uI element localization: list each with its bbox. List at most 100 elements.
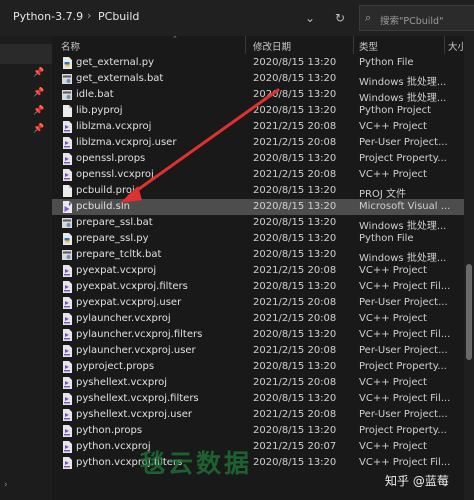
file-row[interactable]: prepare_tcltk.bat 2020/8/15 13:20 Windows … bbox=[52, 247, 464, 264]
file-date: 2020/8/15 13:20 bbox=[253, 361, 337, 372]
pin-icon[interactable]: 📌 bbox=[33, 106, 44, 116]
file-date: 2020/8/15 13:20 bbox=[253, 201, 337, 212]
file-type: VC++ Project bbox=[359, 121, 427, 132]
file-row[interactable]: pyexpat.vcxproj 2021/2/15 20:08 VC++ Proje… bbox=[52, 263, 464, 279]
file-name: pcbuild.sln bbox=[76, 201, 130, 212]
file-row[interactable]: pylauncher.vcxproj 2021/2/15 20:08 VC++ Pr… bbox=[52, 311, 464, 327]
vertical-scrollbar[interactable] bbox=[464, 36, 474, 500]
file-row[interactable]: pyexpat.vcxproj.user 2021/2/15 20:08 Per-U… bbox=[52, 295, 464, 311]
file-date: 2020/8/15 13:20 bbox=[253, 457, 337, 468]
file-name: pyshellext.vcxproj bbox=[76, 377, 167, 388]
nav-selected-item[interactable] bbox=[0, 44, 52, 64]
file-type: Windows 批处理... bbox=[359, 93, 447, 104]
file-type: VC++ Project bbox=[359, 313, 427, 324]
python-file-icon bbox=[61, 57, 73, 69]
file-row[interactable]: pyshellext.vcxproj 2021/2/15 20:08 VC++ Pr… bbox=[52, 375, 464, 391]
pin-icon[interactable]: 📌 bbox=[33, 68, 44, 78]
chevron-right-icon[interactable]: › bbox=[87, 9, 91, 22]
breadcrumb-python-379[interactable]: Python-3.7.9 bbox=[13, 10, 83, 23]
pin-icon[interactable]: 📌 bbox=[33, 124, 44, 134]
file-name: pylauncher.vcxproj.user bbox=[76, 345, 196, 356]
file-name: lib.pyproj bbox=[76, 105, 123, 116]
search-box[interactable]: ⌕ 搜索"PCbuild" bbox=[359, 5, 474, 31]
file-type: Project Property... bbox=[359, 361, 447, 372]
file-type: Per-User Project... bbox=[359, 297, 448, 308]
file-date: 2020/8/15 13:20 bbox=[253, 217, 337, 228]
file-name: python.props bbox=[76, 425, 143, 436]
file-type: Python File bbox=[359, 57, 414, 68]
file-date: 2020/8/15 13:20 bbox=[253, 425, 337, 436]
file-date: 2021/2/15 20:08 bbox=[253, 121, 337, 132]
vcxproj-icon bbox=[61, 361, 73, 373]
pin-icon[interactable]: 📌 bbox=[33, 88, 44, 98]
file-type: Microsoft Visual ... bbox=[359, 201, 451, 212]
navigation-pane: 📌 📌 📌 📌 bbox=[0, 36, 52, 500]
vcxproj-icon bbox=[61, 377, 73, 389]
file-name: pylauncher.vcxproj.filters bbox=[76, 329, 203, 340]
breadcrumb-pcbuild[interactable]: PCbuild bbox=[98, 10, 139, 23]
file-date: 2021/2/15 20:08 bbox=[253, 345, 337, 356]
file-date: 2021/2/15 20:08 bbox=[253, 169, 337, 180]
file-name: pcbuild.proj bbox=[76, 185, 135, 196]
file-row[interactable]: idle.bat 2020/8/15 13:20 Windows 批处理... bbox=[52, 87, 464, 104]
chevron-right-icon[interactable]: › bbox=[4, 480, 8, 490]
file-row[interactable]: openssl.props 2020/8/15 13:20 Project Prop… bbox=[52, 151, 464, 167]
file-name: openssl.vcxproj bbox=[76, 169, 154, 180]
file-row[interactable]: prepare_ssl.bat 2020/8/15 13:20 Windows 批处… bbox=[52, 215, 464, 232]
file-row[interactable]: openssl.vcxproj 2021/2/15 20:08 VC++ Proje… bbox=[52, 167, 464, 183]
vcxproj-icon bbox=[61, 441, 73, 453]
batch-file-icon bbox=[61, 217, 73, 229]
file-type: Per-User Project... bbox=[359, 345, 448, 356]
file-type: VC++ Project bbox=[359, 377, 427, 388]
vcxproj-icon bbox=[61, 265, 73, 277]
scrollbar-thumb[interactable] bbox=[466, 264, 472, 360]
file-date: 2020/8/15 13:20 bbox=[253, 89, 337, 100]
file-row[interactable]: python.vcxproj.filters 2020/8/15 13:20 VC+… bbox=[52, 455, 464, 471]
file-row[interactable]: prepare_ssl.py 2020/8/15 13:20 Python File bbox=[52, 231, 464, 247]
file-name: pylauncher.vcxproj bbox=[76, 313, 171, 324]
file-row[interactable]: pyexpat.vcxproj.filters 2020/8/15 13:20 VC… bbox=[52, 279, 464, 295]
file-row[interactable]: liblzma.vcxproj 2021/2/15 20:08 VC++ Proje… bbox=[52, 119, 464, 135]
author-watermark: 知乎 @蓝莓 bbox=[385, 474, 449, 488]
file-name: openssl.props bbox=[76, 153, 146, 164]
file-type: Python Project bbox=[359, 105, 432, 116]
column-divider[interactable] bbox=[245, 36, 246, 54]
file-row[interactable]: pylauncher.vcxproj.user 2021/2/15 20:08 Pe… bbox=[52, 343, 464, 359]
file-date: 2021/2/15 20:08 bbox=[253, 297, 337, 308]
file-name: pyexpat.vcxproj bbox=[76, 265, 157, 276]
vcxproj-icon bbox=[61, 457, 73, 469]
file-type: Windows 批处理... bbox=[359, 77, 447, 88]
file-row[interactable]: pcbuild.proj 2020/8/15 13:20 PROJ 文件 bbox=[52, 183, 464, 200]
file-row[interactable]: lib.pyproj 2020/8/15 13:20 Python Project bbox=[52, 103, 464, 119]
file-row[interactable]: pyshellext.vcxproj.filters 2020/8/15 13:2… bbox=[52, 391, 464, 407]
file-type: PROJ 文件 bbox=[359, 189, 406, 200]
file-type: VC++ Project Fil... bbox=[359, 457, 451, 468]
file-row[interactable]: liblzma.vcxproj.user 2021/2/15 20:08 Per-U… bbox=[52, 135, 464, 151]
search-icon: ⌕ bbox=[365, 11, 372, 24]
file-name: get_externals.bat bbox=[76, 73, 164, 84]
address-bar: Python-3.7.9 › PCbuild ⌄ ↻ ⌕ 搜索"PCbuild" bbox=[0, 0, 474, 36]
file-list: ⌃ 名称 修改日期 类型 大小 get_external.py 2020/8/15… bbox=[52, 36, 464, 500]
column-divider[interactable] bbox=[444, 36, 445, 54]
file-row[interactable]: python.vcxproj 2021/2/15 20:07 VC++ Projec… bbox=[52, 439, 464, 455]
file-row[interactable]: pyshellext.vcxproj.user 2021/2/15 20:08 Pe… bbox=[52, 407, 464, 423]
file-row[interactable]: python.props 2020/8/15 13:20 Project Prope… bbox=[52, 423, 464, 439]
column-name[interactable]: 名称 bbox=[61, 39, 80, 53]
file-row[interactable]: get_external.py 2020/8/15 13:20 Python Fil… bbox=[52, 55, 464, 71]
file-date: 2021/2/15 20:08 bbox=[253, 409, 337, 420]
chevron-down-icon[interactable]: ⌄ bbox=[300, 8, 320, 28]
file-name: pyshellext.vcxproj.user bbox=[76, 409, 192, 420]
file-type: VC++ Project bbox=[359, 169, 427, 180]
refresh-icon[interactable]: ↻ bbox=[330, 8, 350, 28]
column-divider[interactable] bbox=[353, 36, 354, 54]
column-size[interactable]: 大小 bbox=[448, 39, 464, 53]
file-row[interactable]: get_externals.bat 2020/8/15 13:20 Windows … bbox=[52, 71, 464, 88]
file-row[interactable]: pylauncher.vcxproj.filters 2020/8/15 13:2… bbox=[52, 327, 464, 343]
file-row[interactable]: pyproject.props 2020/8/15 13:20 Project Pr… bbox=[52, 359, 464, 375]
file-date: 2021/2/15 20:07 bbox=[253, 441, 337, 452]
column-type[interactable]: 类型 bbox=[359, 39, 378, 53]
file-row[interactable]: pcbuild.sln 2020/8/15 13:20 Microsoft Visu… bbox=[52, 199, 464, 215]
blank-file-icon bbox=[61, 105, 73, 117]
file-type: VC++ Project Fil... bbox=[359, 329, 451, 340]
column-date[interactable]: 修改日期 bbox=[253, 39, 291, 53]
